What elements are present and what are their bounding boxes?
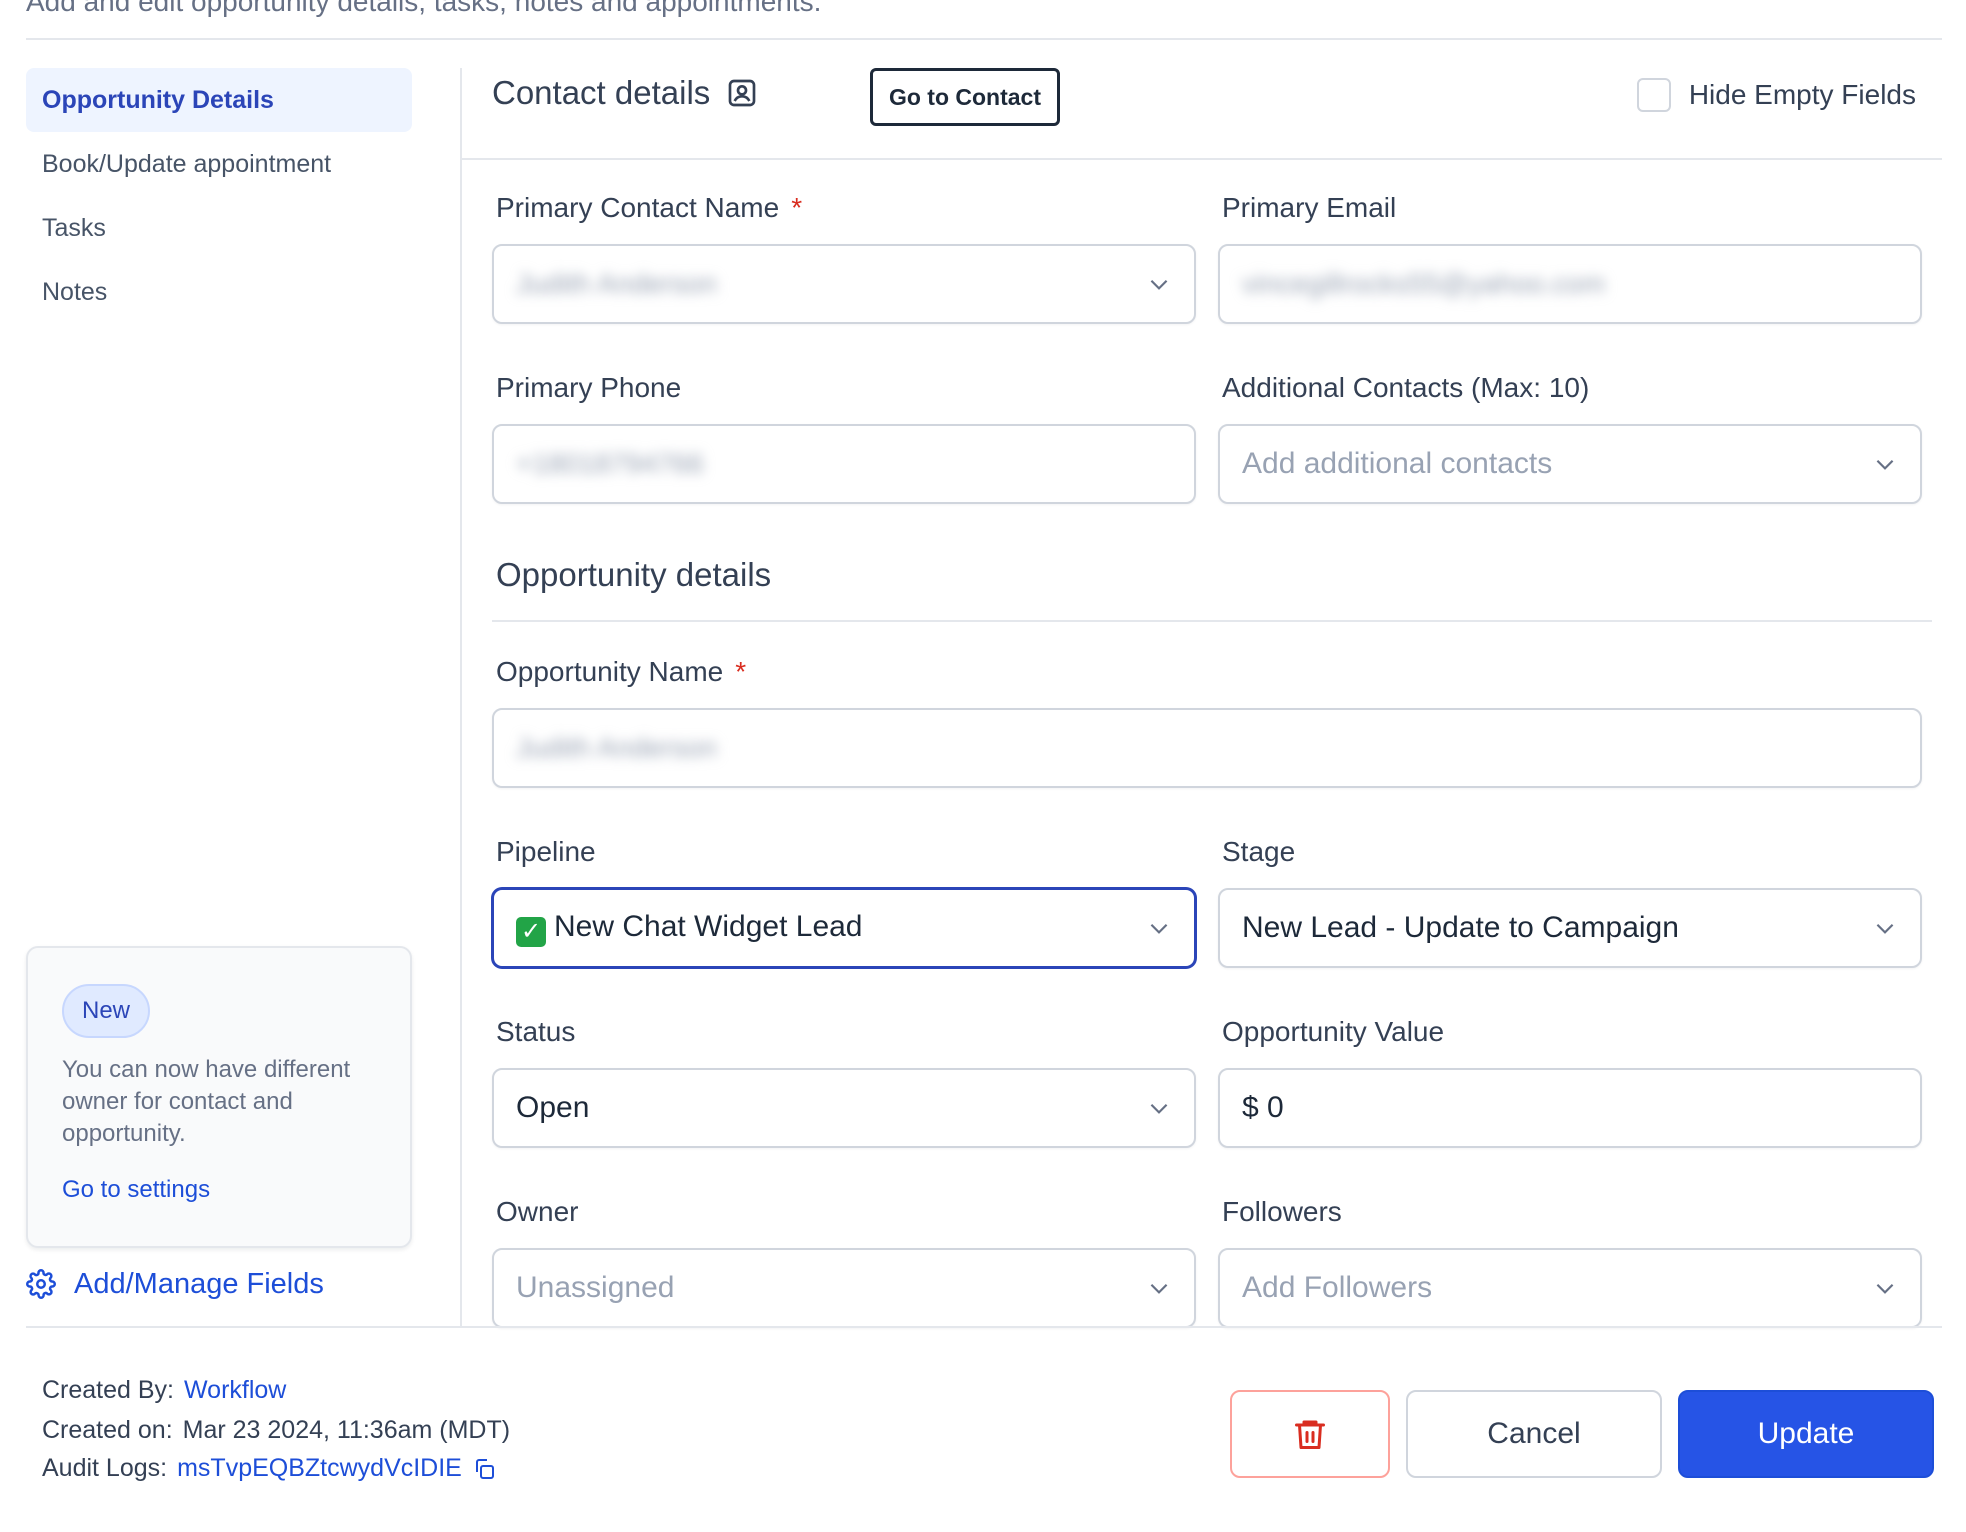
- pipeline-value: New Chat Widget Lead: [554, 909, 863, 943]
- footer-divider: [26, 1326, 1942, 1328]
- chevron-down-icon: [1150, 279, 1168, 290]
- owner-placeholder: Unassigned: [516, 1271, 675, 1304]
- primary-email-input[interactable]: vincegillrocks55@yahoo.com: [1218, 244, 1922, 324]
- audit-logs-link[interactable]: msTvpEQBZtcwydVcIDIE: [177, 1454, 462, 1483]
- go-to-settings-link[interactable]: Go to settings: [62, 1176, 210, 1204]
- opportunity-name-value: Judith Anderson: [516, 732, 717, 763]
- promo-card: New You can now have different owner for…: [26, 946, 412, 1248]
- new-badge: New: [62, 984, 151, 1038]
- sidebar-item-opportunity-details[interactable]: Opportunity Details: [26, 68, 412, 132]
- top-divider: [26, 38, 1942, 40]
- opportunity-value-input[interactable]: $ 0: [1218, 1068, 1922, 1148]
- sidebar-nav: Opportunity Details Book/Update appointm…: [26, 68, 412, 324]
- owner-select[interactable]: Unassigned: [492, 1248, 1196, 1328]
- vertical-divider: [460, 68, 462, 1326]
- sidebar-item-book-appointment[interactable]: Book/Update appointment: [26, 132, 412, 196]
- go-to-contact-button[interactable]: Go to Contact: [870, 68, 1060, 126]
- check-mark-icon: ✓: [516, 916, 546, 947]
- chevron-down-icon: [1150, 923, 1168, 934]
- contact-details-title: Contact details: [492, 74, 711, 111]
- contact-card-icon: [728, 79, 756, 107]
- created-on-label: Created on:: [42, 1416, 173, 1444]
- required-asterisk: *: [735, 656, 747, 687]
- chevron-down-icon: [1876, 923, 1894, 934]
- audit-logs-label: Audit Logs:: [42, 1454, 168, 1482]
- update-button[interactable]: Update: [1678, 1390, 1934, 1478]
- owner-label: Owner: [496, 1196, 579, 1227]
- pipeline-value-wrap: ✓ New Chat Widget Lead: [516, 910, 1146, 947]
- followers-select[interactable]: Add Followers: [1218, 1248, 1922, 1328]
- add-manage-fields-button[interactable]: Add/Manage Fields: [26, 1262, 324, 1306]
- audit-logs-row: Audit Logs: msTvpEQBZtcwydVcIDIE: [42, 1454, 496, 1483]
- sidebar-item-notes[interactable]: Notes: [26, 260, 412, 324]
- opportunity-value-label: Opportunity Value: [1222, 1016, 1445, 1047]
- additional-contacts-select[interactable]: Add additional contacts: [1218, 424, 1922, 504]
- chevron-down-icon: [1150, 1103, 1168, 1114]
- primary-contact-name-label-text: Primary Contact Name: [496, 192, 780, 223]
- cancel-button[interactable]: Cancel: [1406, 1390, 1662, 1478]
- pipeline-select[interactable]: ✓ New Chat Widget Lead: [492, 888, 1196, 968]
- followers-label: Followers: [1222, 1196, 1342, 1227]
- trash-icon: [1295, 1420, 1325, 1449]
- primary-contact-name-select[interactable]: Judith Anderson: [492, 244, 1196, 324]
- primary-contact-name-value: Judith Anderson: [516, 268, 717, 299]
- primary-phone-label: Primary Phone: [496, 372, 682, 403]
- hide-empty-fields-checkbox[interactable]: [1636, 78, 1671, 112]
- hide-empty-fields-label: Hide Empty Fields: [1688, 79, 1916, 110]
- page-subtitle: Add and edit opportunity details, tasks,…: [26, 0, 822, 17]
- opportunity-name-label-text: Opportunity Name: [496, 656, 724, 687]
- stage-value: New Lead - Update to Campaign: [1242, 911, 1679, 944]
- primary-email-value: vincegillrocks55@yahoo.com: [1242, 268, 1606, 299]
- opportunity-details-title: Opportunity details: [496, 556, 772, 593]
- created-by-label: Created By:: [42, 1376, 175, 1404]
- primary-phone-value: +18018794766: [516, 448, 704, 479]
- followers-placeholder: Add Followers: [1242, 1271, 1433, 1304]
- opportunity-name-label: Opportunity Name *: [496, 656, 746, 688]
- status-label: Status: [496, 1016, 576, 1047]
- created-on-value: Mar 23 2024, 11:36am (MDT): [182, 1416, 511, 1444]
- additional-contacts-label: Additional Contacts (Max: 10): [1222, 372, 1590, 403]
- chevron-down-icon: [1876, 459, 1894, 470]
- status-value: Open: [516, 1091, 590, 1124]
- created-by-row: Created By: Workflow: [42, 1376, 286, 1405]
- primary-contact-name-label: Primary Contact Name *: [496, 192, 802, 224]
- add-manage-fields-label: Add/Manage Fields: [74, 1267, 324, 1300]
- stage-select[interactable]: New Lead - Update to Campaign: [1218, 888, 1922, 968]
- additional-contacts-placeholder: Add additional contacts: [1242, 447, 1553, 480]
- primary-email-label: Primary Email: [1222, 192, 1397, 223]
- chevron-down-icon: [1876, 1283, 1894, 1294]
- created-on-row: Created on: Mar 23 2024, 11:36am (MDT): [42, 1416, 510, 1445]
- opportunity-value-value: $ 0: [1242, 1091, 1284, 1124]
- copy-icon[interactable]: [472, 1457, 496, 1481]
- gear-icon: [26, 1269, 56, 1299]
- delete-button[interactable]: [1230, 1390, 1390, 1478]
- primary-phone-input[interactable]: +18018794766: [492, 424, 1196, 504]
- section-divider: [492, 620, 1932, 622]
- opportunity-name-input[interactable]: Judith Anderson: [492, 708, 1922, 788]
- header-divider: [462, 158, 1942, 160]
- status-select[interactable]: Open: [492, 1068, 1196, 1148]
- contact-details-heading: Contact details: [492, 74, 758, 112]
- stage-label: Stage: [1222, 836, 1296, 867]
- chevron-down-icon: [1150, 1283, 1168, 1294]
- pipeline-label: Pipeline: [496, 836, 596, 867]
- created-by-link[interactable]: Workflow: [184, 1376, 286, 1405]
- promo-text: You can now have different owner for con…: [62, 1056, 351, 1147]
- hide-empty-fields-toggle[interactable]: Hide Empty Fields: [1636, 78, 1916, 112]
- sidebar-item-tasks[interactable]: Tasks: [26, 196, 412, 260]
- required-asterisk: *: [791, 192, 803, 223]
